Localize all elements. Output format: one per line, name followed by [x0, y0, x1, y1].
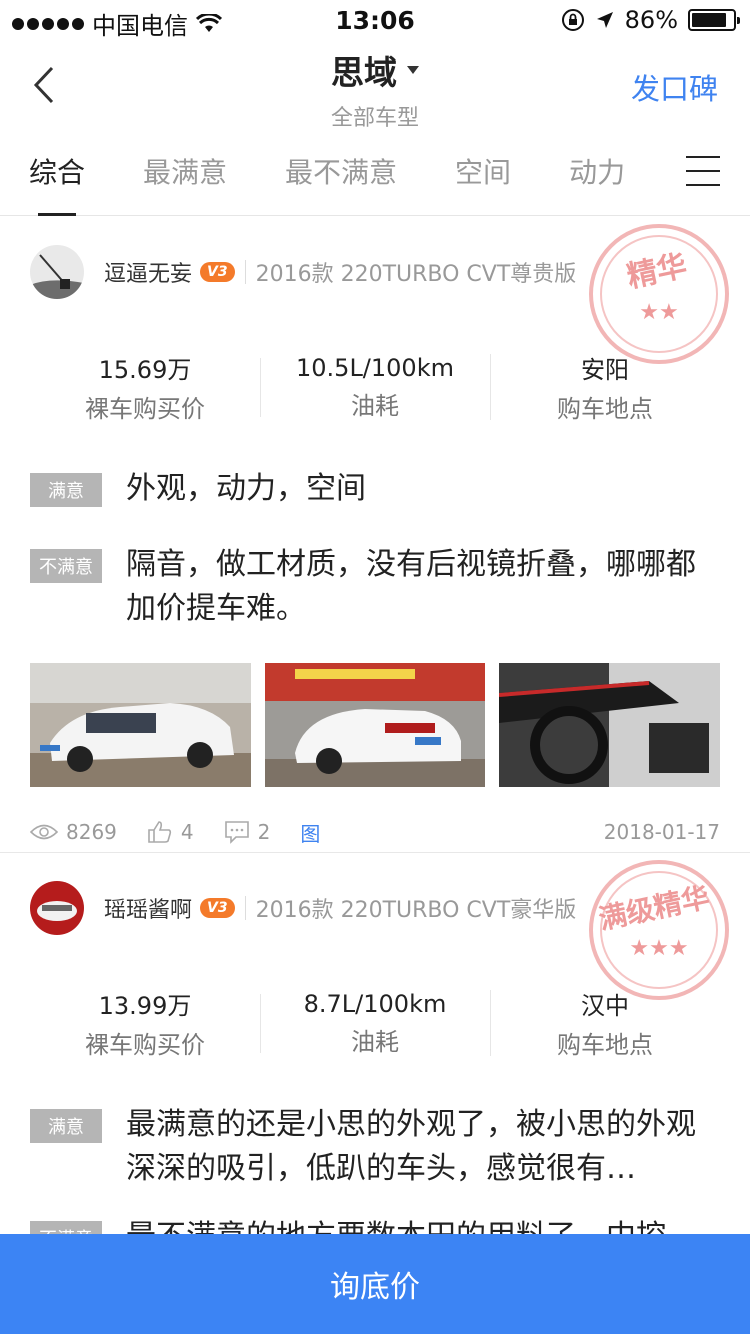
- stat-price: 15.69万 裸车购买价: [30, 350, 260, 424]
- essence-stamp-icon: 精华 ★★: [589, 224, 729, 364]
- review-list-page: 中国电信 13:06 86% 思域 全部车型 发口碑 综合 最满意 最不满意 空…: [0, 0, 750, 1334]
- page-title: 思域: [331, 53, 397, 92]
- stat-value: 8.7L/100km: [303, 989, 447, 1018]
- review-header: 瑶瑶酱啊 V3 2016款 220TURBO CVT豪华版 满级精华 ★★★: [30, 853, 729, 1000]
- tab-least-satisfied[interactable]: 最不满意: [256, 130, 426, 216]
- username[interactable]: 逗逼无妄: [104, 256, 192, 288]
- stamp-text: 精华: [624, 248, 690, 295]
- has-photo-tag: 图: [300, 821, 321, 846]
- stat-price: 13.99万 裸车购买价: [30, 986, 260, 1060]
- post-date: 2018-01-17: [603, 820, 720, 844]
- stat-label: 油耗: [351, 391, 399, 420]
- tab-power[interactable]: 动力: [540, 130, 654, 216]
- tab-list: 综合 最满意 最不满意 空间 动力 操: [0, 130, 680, 216]
- stat-label: 裸车购买价: [85, 395, 205, 423]
- purchase-stats: 15.69万 裸车购买价 10.5L/100km 油耗 安阳 购车地点: [30, 337, 720, 437]
- ask-lowest-price-button[interactable]: 询底价: [0, 1234, 750, 1334]
- car-model: 2016款 220TURBO CVT豪华版: [255, 898, 577, 923]
- satisfied-text: 最满意的还是小思的外观了，被小思的外观深深的吸引，低趴的车头，感觉很有…: [126, 1107, 696, 1186]
- stat-label: 裸车购买价: [85, 1031, 205, 1059]
- comments-value: 2: [257, 820, 271, 844]
- review-photo[interactable]: [499, 663, 721, 787]
- series-selector[interactable]: 思域: [331, 46, 419, 94]
- stamp-stars: ★★: [639, 300, 678, 325]
- stat-fuel: 10.5L/100km 油耗: [260, 354, 490, 421]
- purchase-stats: 13.99万 裸车购买价 8.7L/100km 油耗 汉中 购车地点: [30, 973, 720, 1073]
- review-feed[interactable]: 逗逼无妄 V3 2016款 220TURBO CVT尊贵版 精华 ★★ 15.6…: [0, 217, 750, 1234]
- unsatisfied-tag: 不满意: [30, 549, 102, 583]
- view-count: 8269: [30, 820, 117, 844]
- review-card[interactable]: 逗逼无妄 V3 2016款 220TURBO CVT尊贵版 精华 ★★ 15.6…: [0, 217, 750, 853]
- car-model: 2016款 220TURBO CVT尊贵版: [255, 262, 577, 287]
- tab-space[interactable]: 空间: [426, 130, 540, 216]
- stamp-stars: ★★★: [629, 936, 688, 961]
- nav-bar: 思域 全部车型 发口碑: [0, 40, 750, 131]
- stat-fuel: 8.7L/100km 油耗: [260, 990, 490, 1057]
- battery-fill: [692, 13, 727, 27]
- avatar[interactable]: [30, 881, 84, 935]
- stamp-text: 满级精华: [596, 881, 712, 937]
- menu-icon-line: [686, 170, 720, 172]
- satisfied-section: 满意 外观，动力，空间: [30, 467, 720, 511]
- status-bar: 中国电信 13:06 86%: [0, 0, 750, 40]
- stat-value: 10.5L/100km: [296, 353, 454, 382]
- stat-value: 15.69万: [98, 356, 192, 384]
- comment-button[interactable]: 2: [224, 820, 271, 844]
- battery-icon: [688, 9, 740, 31]
- thumbs-up-icon: [148, 821, 172, 843]
- level-badge: V3: [200, 262, 235, 282]
- views-value: 8269: [66, 820, 117, 844]
- stat-location: 安阳 购车地点: [490, 350, 720, 424]
- review-header: 逗逼无妄 V3 2016款 220TURBO CVT尊贵版 精华 ★★: [30, 217, 729, 364]
- post-review-button[interactable]: 发口碑: [631, 66, 718, 108]
- satisfied-section: 满意 最满意的还是小思的外观了，被小思的外观深深的吸引，低趴的车头，感觉很有…: [30, 1103, 720, 1191]
- satisfied-tag: 满意: [30, 1109, 102, 1143]
- unsatisfied-text: 最不满意的地方要数本田的用料了，中控: [126, 1215, 720, 1234]
- stat-location: 汉中 购车地点: [490, 986, 720, 1060]
- rotation-lock-icon: [561, 9, 584, 31]
- tab-most-satisfied[interactable]: 最满意: [114, 130, 256, 216]
- stat-label: 购车地点: [557, 395, 653, 423]
- tab-bar: 综合 最满意 最不满意 空间 动力 操: [0, 130, 750, 216]
- stat-value: 13.99万: [98, 992, 192, 1020]
- top-essence-stamp-icon: 满级精华 ★★★: [589, 860, 729, 1000]
- review-card[interactable]: 瑶瑶酱啊 V3 2016款 220TURBO CVT豪华版 满级精华 ★★★ 1…: [0, 853, 750, 1234]
- like-button[interactable]: 4: [147, 820, 194, 844]
- unsatisfied-section: 不满意 隔音，做工材质，没有后视镜折叠，哪哪都加价提车难。: [30, 543, 720, 631]
- battery-percent: 86%: [624, 6, 678, 34]
- divider: [244, 260, 246, 284]
- stat-label: 购车地点: [557, 1031, 653, 1059]
- menu-icon-line: [686, 184, 720, 186]
- likes-value: 4: [180, 820, 194, 844]
- level-badge: V3: [200, 898, 235, 918]
- stat-label: 油耗: [351, 1027, 399, 1056]
- unsatisfied-section: 不满意 最不满意的地方要数本田的用料了，中控: [30, 1215, 720, 1234]
- tab-handling[interactable]: 操: [654, 130, 680, 216]
- username[interactable]: 瑶瑶酱啊: [104, 892, 192, 924]
- location-icon: [596, 12, 613, 28]
- satisfied-text: 外观，动力，空间: [126, 471, 366, 506]
- status-right: 86%: [561, 6, 740, 34]
- unsatisfied-tag: 不满意: [30, 1221, 102, 1234]
- eye-icon: [30, 824, 58, 840]
- avatar[interactable]: [30, 245, 84, 299]
- tab-menu-button[interactable]: [686, 156, 720, 186]
- photo-strip: [30, 663, 721, 787]
- stat-value: 汉中: [581, 992, 629, 1020]
- tab-overall[interactable]: 综合: [0, 130, 114, 216]
- review-photo[interactable]: [30, 663, 251, 787]
- comment-icon: [224, 821, 249, 844]
- unsatisfied-text: 隔音，做工材质，没有后视镜折叠，哪哪都加价提车难。: [126, 547, 696, 626]
- caret-down-icon: [407, 66, 419, 74]
- review-photo[interactable]: [264, 663, 486, 787]
- menu-icon-line: [686, 156, 720, 158]
- divider: [244, 896, 246, 920]
- satisfied-tag: 满意: [30, 473, 102, 507]
- stat-value: 安阳: [581, 356, 629, 384]
